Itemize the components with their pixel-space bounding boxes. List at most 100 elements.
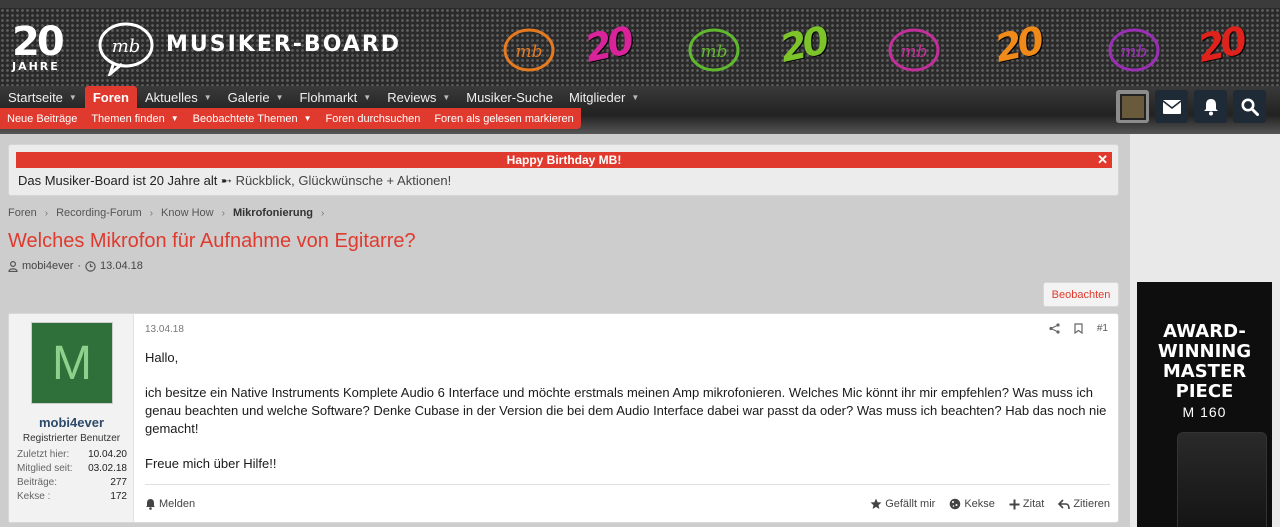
deco-mb-icon: mb [680, 20, 750, 82]
stat-row: Beiträge: 277 [17, 477, 127, 488]
breadcrumb-knowhow[interactable]: Know How [161, 207, 214, 219]
notice-title-bar: Happy Birthday MB! ✕ [16, 152, 1112, 168]
post-actions: Gefällt mir Kekse Zitat Zitieren [870, 498, 1110, 510]
svg-text:mb: mb [112, 36, 141, 57]
nav-item-galerie[interactable]: Galerie ▼ [220, 86, 292, 108]
svg-text:mb: mb [900, 42, 927, 62]
svg-text:mb: mb [515, 42, 542, 62]
account-avatar[interactable] [1116, 90, 1149, 123]
anniversary-logo[interactable]: 20 JAHRE [12, 22, 74, 78]
like-button[interactable]: Gefällt mir [870, 498, 935, 510]
subnav-beobachtete-themen[interactable]: Beobachtete Themen ▼ [186, 113, 319, 125]
main-content: Happy Birthday MB! ✕ Das Musiker-Board i… [0, 134, 1130, 527]
breadcrumb: Foren › Recording-Forum › Know How › Mik… [8, 207, 324, 219]
chevron-down-icon[interactable]: ▼ [631, 93, 639, 102]
main-nav: Startseite ▼ Foren Aktuelles ▼ Galerie ▼ Fl… [0, 86, 647, 108]
cookie-icon [950, 498, 961, 510]
reply-icon [1058, 498, 1071, 509]
bell-icon [146, 499, 155, 510]
notice-title: Happy Birthday MB! [506, 153, 622, 167]
user-icon [8, 260, 18, 272]
star-icon [870, 498, 882, 509]
search-icon[interactable] [1233, 90, 1266, 123]
deco-mb-icon: mb [495, 20, 565, 82]
thread-title: Welches Mikrofon für Aufnahme von Egitar… [8, 230, 416, 252]
thread-meta: mobi4ever · 13.04.18 [8, 260, 143, 272]
breadcrumb-mikrofonierung[interactable]: Mikrofonierung [233, 207, 313, 219]
deco-20-icon: 20 [581, 18, 635, 71]
breadcrumb-foren[interactable]: Foren [8, 207, 37, 219]
arrow-right-icon: ➸ [221, 173, 236, 188]
post-number[interactable]: #1 [1097, 323, 1108, 334]
chevron-right-icon: › [149, 207, 154, 219]
mb-logo-icon[interactable]: mb [96, 20, 156, 76]
thread-author[interactable]: mobi4ever [22, 260, 73, 272]
quote-button[interactable]: Zitat [1009, 498, 1044, 510]
chevron-down-icon[interactable]: ▼ [276, 93, 284, 102]
deco-20-icon: 20 [991, 18, 1045, 71]
anniversary-number: 20 [12, 19, 65, 65]
advertisement[interactable]: AWARD- WINNING MASTER PIECE M 160 [1137, 282, 1272, 527]
plus-icon [1009, 499, 1020, 509]
nav-item-mitglieder[interactable]: Mitglieder ▼ [561, 86, 647, 108]
chevron-down-icon[interactable]: ▼ [171, 114, 179, 123]
chevron-right-icon: › [44, 207, 49, 219]
microphone-image [1177, 432, 1267, 527]
post-body: Hallo, ich besitze ein Native Instrument… [145, 349, 1110, 490]
bookmark-icon[interactable] [1074, 323, 1083, 334]
nav-item-aktuelles[interactable]: Aktuelles ▼ [137, 86, 220, 108]
chevron-down-icon[interactable]: ▼ [363, 93, 371, 102]
chevron-down-icon[interactable]: ▼ [304, 114, 312, 123]
user-stats: Zuletzt hier: 10.04.20 Mitglied seit: 03.0… [17, 448, 127, 504]
deco-mb-icon: mb [880, 20, 950, 82]
watch-button[interactable]: Beobachten [1043, 282, 1119, 307]
svg-text:mb: mb [1120, 42, 1147, 62]
post: M mobi4ever Registrierter Benutzer Zulet… [8, 313, 1119, 523]
ad-headline: AWARD- WINNING MASTER PIECE [1157, 321, 1252, 402]
chevron-right-icon: › [321, 207, 325, 219]
chevron-down-icon[interactable]: ▼ [442, 93, 450, 102]
stat-row: Zuletzt hier: 10.04.20 [17, 449, 127, 460]
inbox-icon[interactable] [1155, 90, 1188, 123]
subnav-neue-beitraege[interactable]: Neue Beiträge [0, 113, 84, 125]
post-tools: #1 [1049, 323, 1108, 334]
user-title: Registrierter Benutzer [22, 433, 121, 444]
nav-item-reviews[interactable]: Reviews ▼ [379, 86, 458, 108]
clock-icon [85, 260, 96, 272]
post-paragraph: Hallo, [145, 350, 179, 365]
nav-item-musiker-suche[interactable]: Musiker-Suche [458, 86, 561, 108]
cookie-button[interactable]: Kekse [949, 498, 995, 510]
nav-item-startseite[interactable]: Startseite ▼ [0, 86, 85, 108]
notice-link[interactable]: Rückblick, Glückwünsche + Aktionen! [236, 173, 452, 188]
notice-text: Das Musiker-Board ist 20 Jahre alt ➸ Rüc… [18, 173, 452, 188]
nav-item-flohmarkt[interactable]: Flohmarkt ▼ [291, 86, 379, 108]
close-icon[interactable]: ✕ [1097, 152, 1108, 168]
post-footer: Melden Gefällt mir Kekse Zitat Zitieren [145, 484, 1110, 522]
sub-nav: Neue Beiträge Themen finden ▼ Beobachtete… [0, 108, 581, 129]
post-date[interactable]: 13.04.18 [145, 324, 184, 335]
subnav-themen-finden[interactable]: Themen finden ▼ [84, 113, 185, 125]
report-button[interactable]: Melden [145, 498, 195, 510]
breadcrumb-recording[interactable]: Recording-Forum [56, 207, 142, 219]
svg-text:mb: mb [700, 42, 727, 62]
stat-row: Mitglied seit: 03.02.18 [17, 463, 127, 474]
bell-icon[interactable] [1194, 90, 1227, 123]
nav-item-foren[interactable]: Foren [84, 86, 137, 108]
site-header: 20 JAHRE mb MUSIKER-BOARD mb 20 mb 20 mb… [0, 8, 1280, 86]
post-username[interactable]: mobi4ever [9, 415, 134, 430]
post-paragraph: ich besitze ein Native Instruments Kompl… [145, 385, 1107, 436]
post-paragraph: Freue mich über Hilfe!! [145, 456, 277, 471]
chevron-down-icon[interactable]: ▼ [69, 93, 77, 102]
avatar[interactable]: M [31, 322, 113, 404]
thread-date[interactable]: 13.04.18 [100, 260, 143, 272]
subnav-foren-gelesen[interactable]: Foren als gelesen markieren [427, 113, 580, 125]
deco-20-icon: 20 [1194, 18, 1248, 71]
account-icons [1116, 90, 1266, 123]
reply-button[interactable]: Zitieren [1058, 498, 1110, 510]
brand-name[interactable]: MUSIKER-BOARD [166, 32, 401, 57]
share-icon[interactable] [1049, 323, 1060, 334]
deco-mb-icon: mb [1100, 20, 1170, 82]
top-strip [0, 0, 1280, 8]
chevron-down-icon[interactable]: ▼ [204, 93, 212, 102]
subnav-foren-durchsuchen[interactable]: Foren durchsuchen [319, 113, 428, 125]
